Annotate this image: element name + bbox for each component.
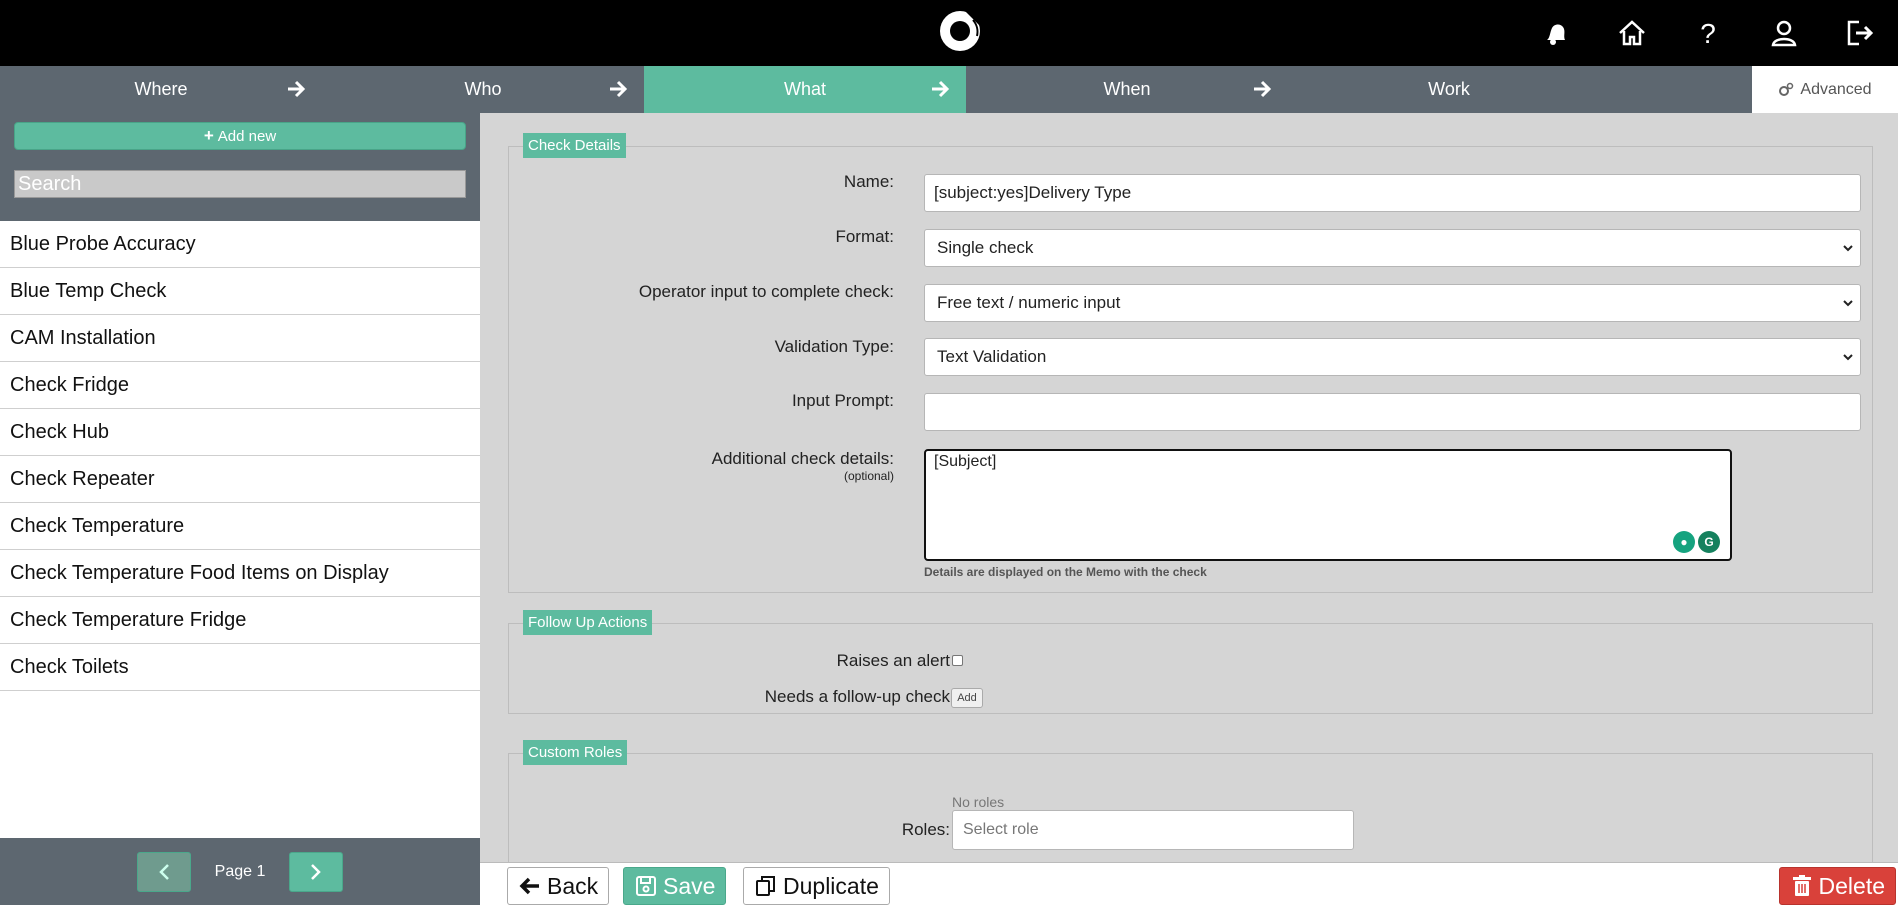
back-button[interactable]: Back bbox=[507, 867, 610, 905]
arrow-right-icon bbox=[610, 80, 628, 98]
list-item[interactable]: Check Temperature bbox=[0, 503, 480, 550]
duplicate-button[interactable]: Duplicate bbox=[743, 867, 890, 905]
prev-page-button[interactable] bbox=[136, 851, 191, 892]
add-follow-up-button[interactable]: Add bbox=[951, 688, 983, 708]
additional-details-help: Details are displayed on the Memo with t… bbox=[924, 565, 1207, 579]
main-content: Check Details Name: [subject:yes]Deliver… bbox=[480, 113, 1898, 873]
chevron-down-icon bbox=[1843, 354, 1853, 361]
grammarly-widget: ● G bbox=[1673, 531, 1720, 553]
input-prompt-input[interactable] bbox=[924, 393, 1861, 431]
check-details-legend: Check Details bbox=[523, 133, 626, 158]
wizard-step-when[interactable]: When bbox=[966, 66, 1288, 113]
input-prompt-label: Input Prompt: bbox=[791, 391, 894, 410]
chevron-down-icon bbox=[1843, 300, 1853, 307]
name-input[interactable]: [subject:yes]Delivery Type bbox=[924, 174, 1861, 212]
operator-input-label: Operator input to complete check: bbox=[638, 282, 894, 301]
arrow-right-icon bbox=[1254, 80, 1272, 98]
save-button[interactable]: Save bbox=[623, 867, 727, 905]
lightbulb-icon[interactable]: ● bbox=[1673, 531, 1695, 553]
follow-up-panel: Follow Up Actions Raises an alert Needs … bbox=[508, 610, 1873, 714]
search-input[interactable] bbox=[14, 170, 466, 198]
svg-text:?: ? bbox=[1700, 18, 1716, 48]
check-details-panel: Check Details Name: [subject:yes]Deliver… bbox=[508, 133, 1873, 593]
list-item[interactable]: Blue Temp Check bbox=[0, 268, 480, 315]
additional-details-textarea[interactable]: [Subject] ● G bbox=[924, 449, 1732, 561]
trash-icon bbox=[1792, 875, 1811, 896]
pager: Page 1 bbox=[0, 838, 480, 905]
floppy-disk-icon bbox=[636, 876, 656, 896]
additional-details-label: Additional check details: (optional) bbox=[711, 449, 894, 483]
role-select[interactable]: Select role bbox=[952, 810, 1354, 850]
logo-icon[interactable] bbox=[937, 8, 983, 54]
footer-toolbar: Back Save Duplicate Delete bbox=[480, 862, 1898, 905]
chevron-down-icon bbox=[1843, 245, 1853, 252]
custom-roles-panel: Custom Roles No roles Roles: Select role bbox=[508, 740, 1873, 873]
format-select[interactable]: Single check bbox=[924, 229, 1861, 267]
validation-type-select[interactable]: Text Validation bbox=[924, 338, 1861, 376]
name-label: Name: bbox=[843, 172, 894, 191]
grammarly-icon[interactable]: G bbox=[1698, 531, 1720, 553]
list-item[interactable]: Check Hub bbox=[0, 409, 480, 456]
advanced-button[interactable]: Advanced bbox=[1752, 66, 1898, 113]
list-item[interactable]: Blue Probe Accuracy bbox=[0, 221, 480, 268]
top-bar: ? bbox=[0, 0, 1898, 66]
logout-icon[interactable] bbox=[1822, 0, 1898, 66]
wizard-step-who[interactable]: Who bbox=[322, 66, 644, 113]
list-item[interactable]: Check Temperature Food Items on Display bbox=[0, 550, 480, 597]
next-page-button[interactable] bbox=[289, 851, 344, 892]
gears-icon bbox=[1779, 82, 1794, 96]
add-new-button[interactable]: + Add new bbox=[14, 122, 466, 150]
user-icon[interactable] bbox=[1746, 0, 1822, 66]
help-icon[interactable]: ? bbox=[1670, 0, 1746, 66]
home-icon[interactable] bbox=[1594, 0, 1670, 66]
copy-icon bbox=[756, 876, 775, 896]
follow-up-legend: Follow Up Actions bbox=[523, 610, 653, 635]
list-item[interactable]: Check Toilets bbox=[0, 644, 480, 691]
page-indicator: Page 1 bbox=[214, 862, 266, 880]
follow-up-check-label: Needs a follow-up check bbox=[764, 687, 950, 706]
list-item[interactable]: CAM Installation bbox=[0, 315, 480, 362]
plus-icon: + bbox=[203, 126, 214, 145]
list-item[interactable]: Check Fridge bbox=[0, 362, 480, 409]
delete-button[interactable]: Delete bbox=[1778, 867, 1896, 905]
arrow-left-icon bbox=[519, 877, 539, 895]
chevron-right-icon bbox=[311, 863, 322, 880]
optional-hint: (optional) bbox=[843, 469, 894, 483]
format-label: Format: bbox=[835, 227, 894, 246]
list-item[interactable]: Check Repeater bbox=[0, 456, 480, 503]
no-roles-text: No roles bbox=[952, 794, 1005, 810]
wizard-nav: Where Who What When Work Advanced bbox=[0, 66, 1898, 113]
list-item[interactable]: Check Temperature Fridge bbox=[0, 597, 480, 644]
wizard-step-where[interactable]: Where bbox=[0, 66, 322, 113]
arrow-right-icon bbox=[932, 80, 950, 98]
notification-bell-icon[interactable] bbox=[1518, 0, 1594, 66]
custom-roles-legend: Custom Roles bbox=[523, 740, 628, 765]
raises-alert-label: Raises an alert bbox=[836, 651, 950, 670]
validation-type-label: Validation Type: bbox=[774, 337, 894, 356]
roles-label: Roles: bbox=[901, 820, 950, 839]
arrow-right-icon bbox=[288, 80, 306, 98]
chevron-left-icon bbox=[158, 863, 169, 880]
check-list: Blue Probe Accuracy Blue Temp Check CAM … bbox=[0, 221, 480, 691]
sidebar: + Add new Blue Probe Accuracy Blue Temp … bbox=[0, 113, 480, 905]
sidebar-header: + Add new bbox=[0, 113, 480, 221]
wizard-step-what[interactable]: What bbox=[644, 66, 966, 113]
operator-input-select[interactable]: Free text / numeric input bbox=[924, 284, 1861, 322]
raises-alert-checkbox[interactable] bbox=[952, 655, 963, 666]
wizard-step-work[interactable]: Work bbox=[1288, 66, 1610, 113]
